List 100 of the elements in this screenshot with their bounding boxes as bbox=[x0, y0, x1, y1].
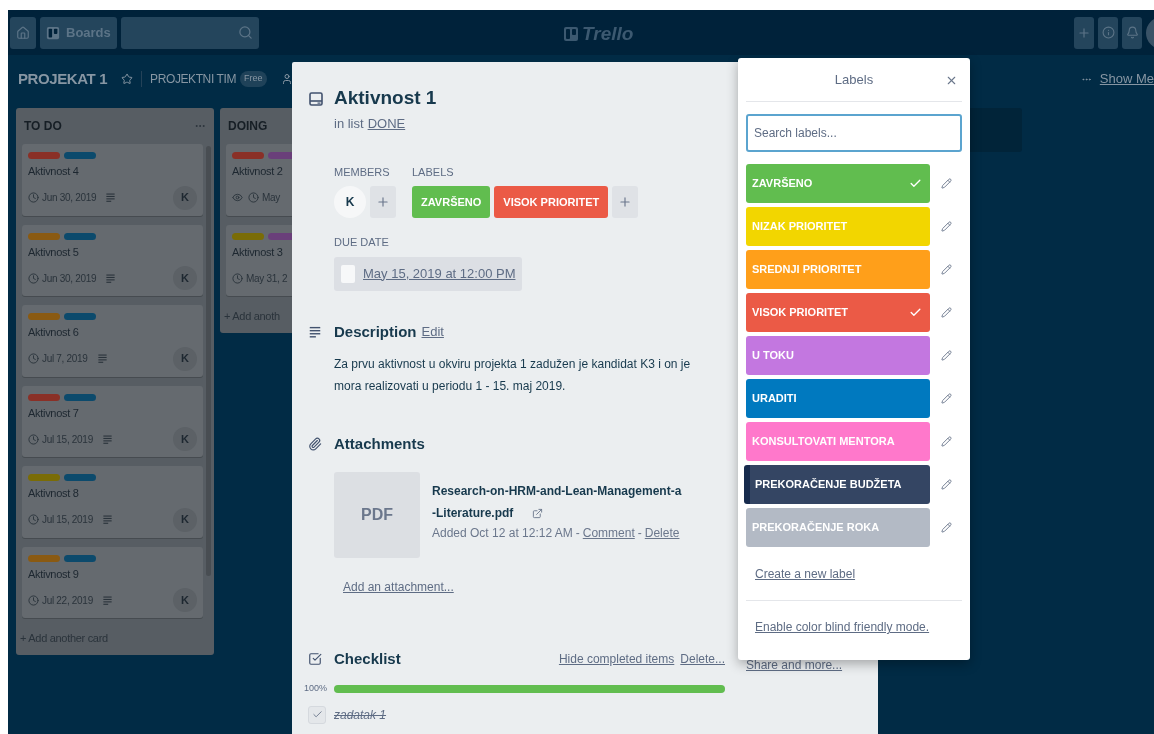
create-label-link[interactable]: Create a new label bbox=[755, 565, 856, 583]
label-chip[interactable]: ZAVRŠENO bbox=[412, 186, 491, 218]
card-title: Aktivnost 6 bbox=[28, 325, 79, 340]
section-title: Attachments bbox=[334, 434, 425, 454]
user-icon[interactable] bbox=[280, 73, 293, 85]
colorblind-mode-link[interactable]: Enable color blind friendly mode. bbox=[755, 618, 930, 636]
clock-icon bbox=[28, 272, 39, 284]
description-text: Za prvu aktivnost u okviru projekta 1 zadužen je kandidat K3 i on je mora realizovati u periodu 1 - 15. maj 2019. bbox=[334, 356, 692, 395]
edit-icon[interactable] bbox=[941, 350, 952, 361]
home-icon bbox=[16, 25, 30, 40]
checklist-checkbox[interactable] bbox=[308, 705, 326, 724]
description-icon bbox=[101, 594, 113, 606]
board-icon bbox=[46, 25, 60, 40]
label-option[interactable]: KONSULTOVATI MENTORA bbox=[746, 422, 930, 461]
member-avatar[interactable]: K bbox=[173, 266, 197, 290]
logo[interactable]: Trello bbox=[563, 20, 634, 49]
search-field[interactable] bbox=[120, 16, 259, 49]
clock-icon bbox=[28, 433, 39, 445]
due-date-text: May 15, 2019 at 12:00 PM bbox=[363, 264, 516, 283]
member-avatar[interactable]: K bbox=[173, 588, 197, 612]
label-option[interactable]: URADITI bbox=[746, 379, 930, 418]
description-icon bbox=[308, 324, 322, 339]
card-title: Aktivnost 8 bbox=[28, 486, 79, 501]
section-heading: DUE DATE bbox=[334, 235, 390, 250]
card-title: Aktivnost 9 bbox=[28, 566, 79, 582]
add-attachment-link[interactable]: Add an attachment... bbox=[343, 577, 454, 596]
due-date-button[interactable]: May 15, 2019 at 12:00 PM bbox=[334, 256, 523, 291]
delete-link[interactable]: Delete bbox=[644, 523, 680, 542]
file-name[interactable]: Research-on-HRM-and-Lean-Management-a-Literature.pdf bbox=[432, 479, 682, 524]
list-title: DOING bbox=[228, 118, 268, 135]
edit-icon[interactable] bbox=[941, 436, 952, 447]
show-menu-link[interactable]: Show Me bbox=[1099, 69, 1154, 89]
edit-icon[interactable] bbox=[941, 479, 952, 490]
label-option[interactable]: U TOKU bbox=[746, 336, 930, 375]
member-avatar[interactable]: K bbox=[173, 346, 197, 371]
clock-icon bbox=[28, 353, 39, 364]
board-title[interactable]: PROJEKAT 1 bbox=[18, 67, 108, 91]
info-button[interactable] bbox=[1098, 16, 1118, 49]
edit-icon[interactable] bbox=[941, 221, 952, 232]
file-thumbnail[interactable]: PDF bbox=[334, 471, 420, 558]
card-title: Aktivnost 3 bbox=[232, 244, 283, 260]
due-checkbox[interactable] bbox=[341, 264, 355, 283]
member-avatar[interactable]: K bbox=[334, 186, 366, 218]
list-link[interactable]: DONE bbox=[367, 114, 406, 134]
edit-icon[interactable] bbox=[941, 522, 952, 533]
boards-button[interactable]: Boards bbox=[40, 16, 117, 49]
label-option[interactable]: PREKORAČENJE BUDŽETA bbox=[744, 465, 930, 504]
checklist-icon bbox=[308, 651, 322, 666]
share-link[interactable]: Share and more... bbox=[746, 658, 843, 672]
check-icon bbox=[311, 709, 323, 720]
label-option[interactable]: VISOK PRIORITET bbox=[746, 293, 930, 332]
edit-icon[interactable] bbox=[941, 393, 952, 404]
add-button[interactable] bbox=[1074, 16, 1094, 49]
add-label-button[interactable] bbox=[612, 186, 639, 218]
label-option[interactable]: PREKORAČENJE ROKA bbox=[746, 508, 930, 547]
info-icon bbox=[1101, 26, 1115, 39]
hide-completed-link[interactable]: Hide completed items bbox=[558, 649, 675, 668]
team-name[interactable]: PROJEKTNI TIM bbox=[150, 70, 236, 88]
add-member-button[interactable] bbox=[370, 186, 396, 218]
checklist-item[interactable]: zadatak 1 bbox=[334, 705, 387, 724]
search-field[interactable]: Search labels... bbox=[746, 114, 962, 152]
check-icon bbox=[909, 177, 922, 190]
delete-checklist-link[interactable]: Delete... bbox=[680, 649, 725, 668]
popover-title: Labels bbox=[834, 70, 874, 89]
card-title[interactable]: Aktivnost 1 bbox=[334, 86, 437, 110]
close-icon[interactable] bbox=[945, 74, 958, 87]
external-link-icon[interactable] bbox=[532, 507, 543, 519]
card-title: Aktivnost 7 bbox=[28, 405, 79, 421]
card-title: Aktivnost 2 bbox=[232, 164, 283, 179]
section-title: Checklist bbox=[334, 648, 401, 669]
label-chip[interactable]: VISOK PRIORITET bbox=[494, 186, 609, 218]
description-icon bbox=[105, 192, 117, 203]
description-icon bbox=[96, 353, 108, 364]
card-title: Aktivnost 5 bbox=[28, 244, 79, 260]
list-title: TO DO bbox=[24, 118, 62, 135]
description-icon bbox=[105, 272, 117, 284]
edit-icon[interactable] bbox=[941, 264, 952, 275]
plus-icon bbox=[1077, 25, 1091, 40]
star-icon[interactable] bbox=[121, 73, 134, 85]
edit-icon[interactable] bbox=[941, 178, 952, 189]
card-title: Aktivnost 4 bbox=[28, 164, 79, 179]
comment-link[interactable]: Comment bbox=[582, 523, 635, 542]
plan-badge: Free bbox=[240, 71, 267, 87]
member-avatar[interactable]: K bbox=[173, 507, 197, 532]
logo-icon bbox=[563, 26, 579, 43]
description-icon bbox=[101, 433, 113, 445]
label-option[interactable]: ZAVRŠENO bbox=[746, 164, 930, 203]
notifications-button[interactable] bbox=[1122, 16, 1142, 49]
edit-icon[interactable] bbox=[941, 307, 952, 318]
member-avatar[interactable]: K bbox=[173, 427, 197, 451]
section-heading: MEMBERS bbox=[334, 164, 391, 180]
edit-link[interactable]: Edit bbox=[421, 322, 444, 342]
logo-text: Trello bbox=[582, 22, 634, 46]
home-button[interactable] bbox=[10, 16, 36, 49]
member-avatar[interactable]: K bbox=[173, 185, 197, 210]
clock-icon bbox=[28, 594, 39, 606]
plus-icon bbox=[376, 195, 390, 209]
label-option[interactable]: SREDNJI PRIORITET bbox=[746, 250, 930, 289]
bell-icon bbox=[1125, 26, 1139, 39]
clock-icon bbox=[28, 514, 39, 525]
